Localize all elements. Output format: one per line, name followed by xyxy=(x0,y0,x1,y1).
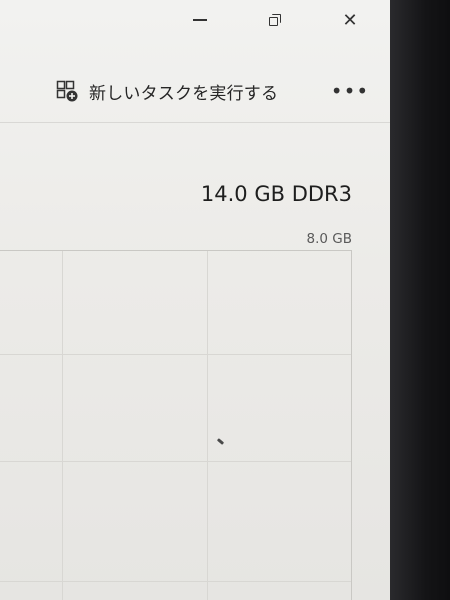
memory-usage-graph xyxy=(0,250,352,600)
command-bar-divider xyxy=(0,122,390,123)
new-task-icon xyxy=(56,80,78,102)
memory-title: 14.0 GB DDR3 xyxy=(200,182,352,206)
run-new-task-button[interactable]: 新しいタスクを実行する xyxy=(55,76,278,106)
minimize-button[interactable] xyxy=(170,0,230,40)
restore-button[interactable] xyxy=(245,0,305,40)
close-button[interactable]: ✕ xyxy=(320,0,380,40)
run-new-task-label: 新しいタスクを実行する xyxy=(89,83,279,104)
more-icon: ••• xyxy=(330,79,370,103)
close-icon: ✕ xyxy=(342,9,358,31)
graph-gridline xyxy=(0,461,351,462)
graph-gridline xyxy=(62,251,63,600)
graph-gridline xyxy=(0,581,351,582)
graph-gridline xyxy=(0,354,351,355)
minimize-icon xyxy=(193,19,207,21)
restore-icon xyxy=(269,14,281,26)
title-bar: ✕ xyxy=(0,0,390,40)
monitor-bezel xyxy=(390,0,450,600)
more-options-button[interactable]: ••• xyxy=(330,76,370,106)
command-bar: 新しいタスクを実行する ••• xyxy=(0,62,390,120)
task-manager-window: ✕ 新しいタスクを実行する ••• 14.0 GB DDR3 8.0 GB xyxy=(0,0,390,600)
memory-graph-max-label: 8.0 GB xyxy=(306,231,352,247)
graph-gridline xyxy=(207,251,208,600)
